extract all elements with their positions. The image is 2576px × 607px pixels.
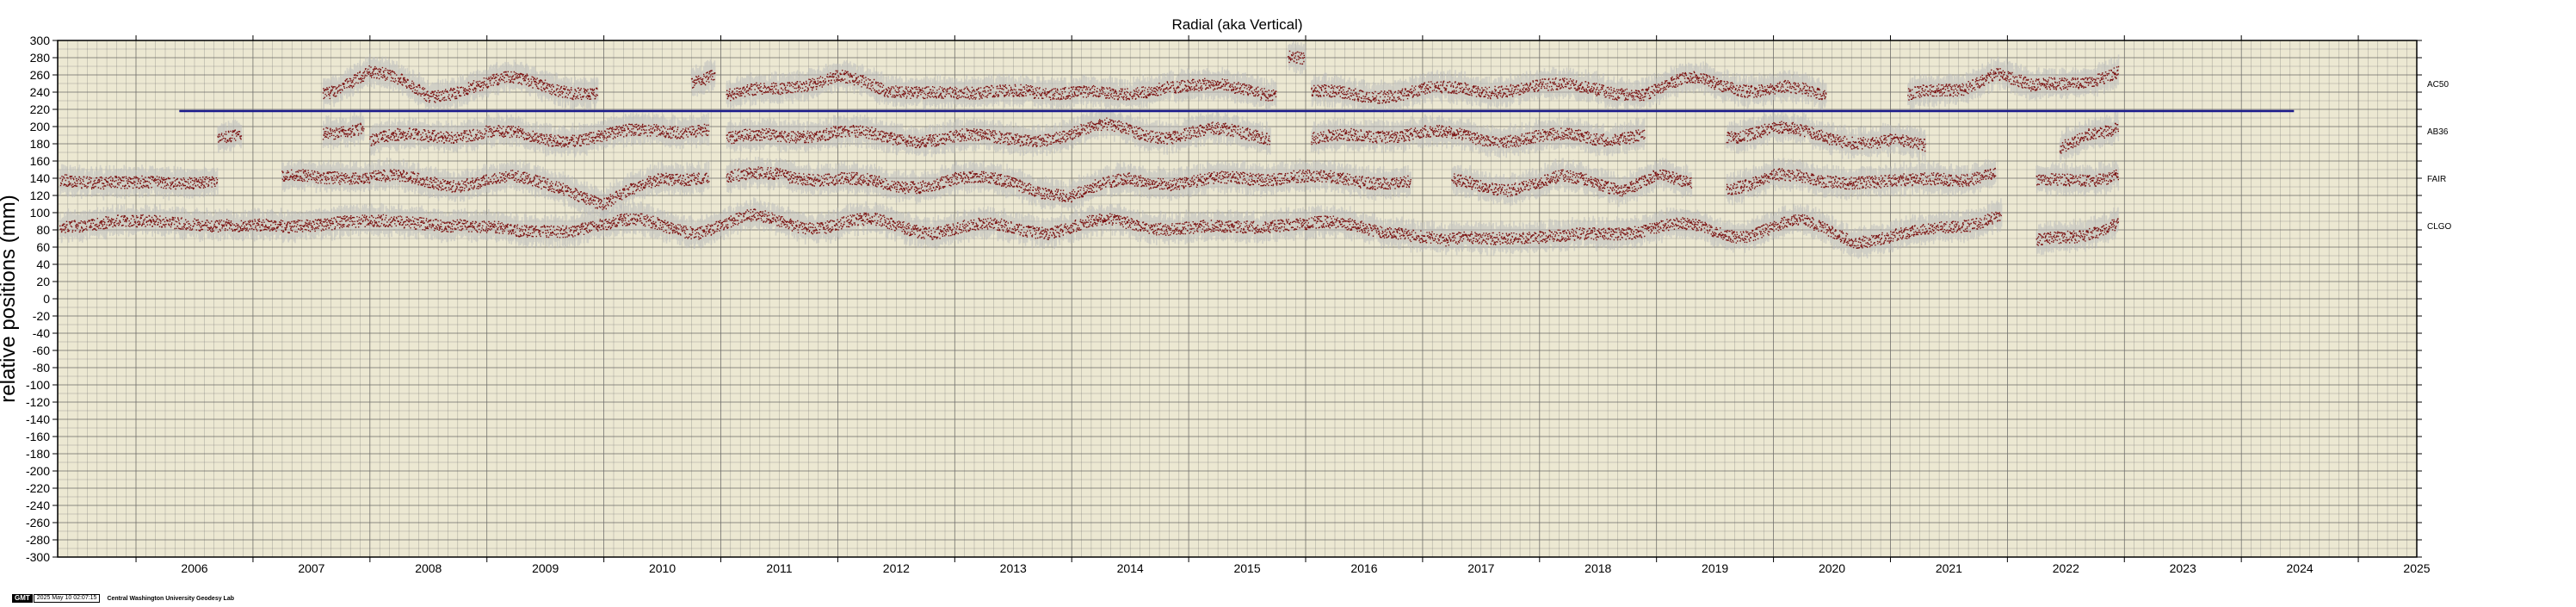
x-tick-label: 2022 xyxy=(2053,561,2079,575)
x-tick-label: 2008 xyxy=(415,561,442,575)
y-tick-label: 260 xyxy=(30,68,51,82)
x-tick-label: 2010 xyxy=(649,561,676,575)
y-tick-label: -180 xyxy=(26,447,50,461)
x-tick-label: 2025 xyxy=(2403,561,2430,575)
y-tick-label: -200 xyxy=(26,464,50,478)
y-tick-label: 60 xyxy=(36,240,50,254)
y-tick-label: 40 xyxy=(36,257,50,271)
gmt-timestamp: GMT 2025 May 10 02:07:15 Central Washing… xyxy=(12,594,234,603)
x-tick-label: 2019 xyxy=(1702,561,1728,575)
x-tick-label: 2013 xyxy=(1000,561,1027,575)
chart-title: Radial (aka Vertical) xyxy=(1171,16,1302,33)
station-label: AC50 xyxy=(2427,80,2449,90)
x-tick-label: 2007 xyxy=(298,561,324,575)
y-tick-label: 140 xyxy=(30,171,51,185)
y-tick-label: 220 xyxy=(30,102,51,116)
y-tick-label: -260 xyxy=(26,516,50,530)
x-tick-label: 2021 xyxy=(1936,561,1962,575)
y-tick-label: 240 xyxy=(30,85,51,99)
y-tick-label: -20 xyxy=(33,309,50,323)
x-tick-label: 2009 xyxy=(532,561,559,575)
x-tick-label: 2024 xyxy=(2287,561,2313,575)
y-tick-label: -80 xyxy=(33,361,50,375)
y-tick-label: -40 xyxy=(33,326,50,340)
y-tick-label: 180 xyxy=(30,137,51,151)
y-tick-label: 20 xyxy=(36,275,50,288)
y-tick-label: -160 xyxy=(26,430,50,443)
x-tick-label: 2017 xyxy=(1467,561,1494,575)
y-tick-label: -280 xyxy=(26,533,50,547)
y-tick-label: 160 xyxy=(30,154,51,168)
x-tick-label: 2016 xyxy=(1350,561,1377,575)
y-tick-label: -240 xyxy=(26,499,50,512)
x-tick-label: 2015 xyxy=(1233,561,1260,575)
y-tick-label: 280 xyxy=(30,51,51,65)
station-label: CLGO xyxy=(2427,222,2452,232)
gmt-logo: GMT xyxy=(12,594,33,603)
y-tick-label: 80 xyxy=(36,223,50,237)
timestamp-text: 2025 May 10 02:07:15 xyxy=(33,594,101,603)
y-tick-label: -120 xyxy=(26,395,50,409)
lab-credit: Central Washington University Geodesy La… xyxy=(107,595,234,602)
x-tick-label: 2012 xyxy=(883,561,910,575)
y-tick-label: -60 xyxy=(33,344,50,357)
y-axis-label: relative positions (mm) xyxy=(0,195,20,402)
y-tick-label: -140 xyxy=(26,412,50,426)
y-tick-label: -220 xyxy=(26,481,50,495)
x-tick-label: 2014 xyxy=(1117,561,1144,575)
station-label: AB36 xyxy=(2427,127,2449,137)
station-labels: AC50 AB36 FAIR CLGO xyxy=(2427,80,2452,232)
y-tick-label: 300 xyxy=(30,34,51,47)
station-label: FAIR xyxy=(2427,175,2446,184)
x-tick-label: 2018 xyxy=(1585,561,1611,575)
radial-position-chart: -300-280-260-240-220-200-180-160-140-120… xyxy=(0,16,2452,575)
x-tick-label: 2011 xyxy=(766,561,792,575)
y-tick-label: -100 xyxy=(26,378,50,392)
y-tick-label: 120 xyxy=(30,189,51,202)
x-tick-label: 2020 xyxy=(1819,561,1845,575)
y-tick-label: -300 xyxy=(26,550,50,564)
x-tick-label: 2023 xyxy=(2170,561,2196,575)
y-tick-label: 0 xyxy=(43,292,50,306)
x-tick-label: 2006 xyxy=(181,561,207,575)
y-tick-label: 200 xyxy=(30,120,51,133)
y-tick-label: 100 xyxy=(30,206,51,220)
